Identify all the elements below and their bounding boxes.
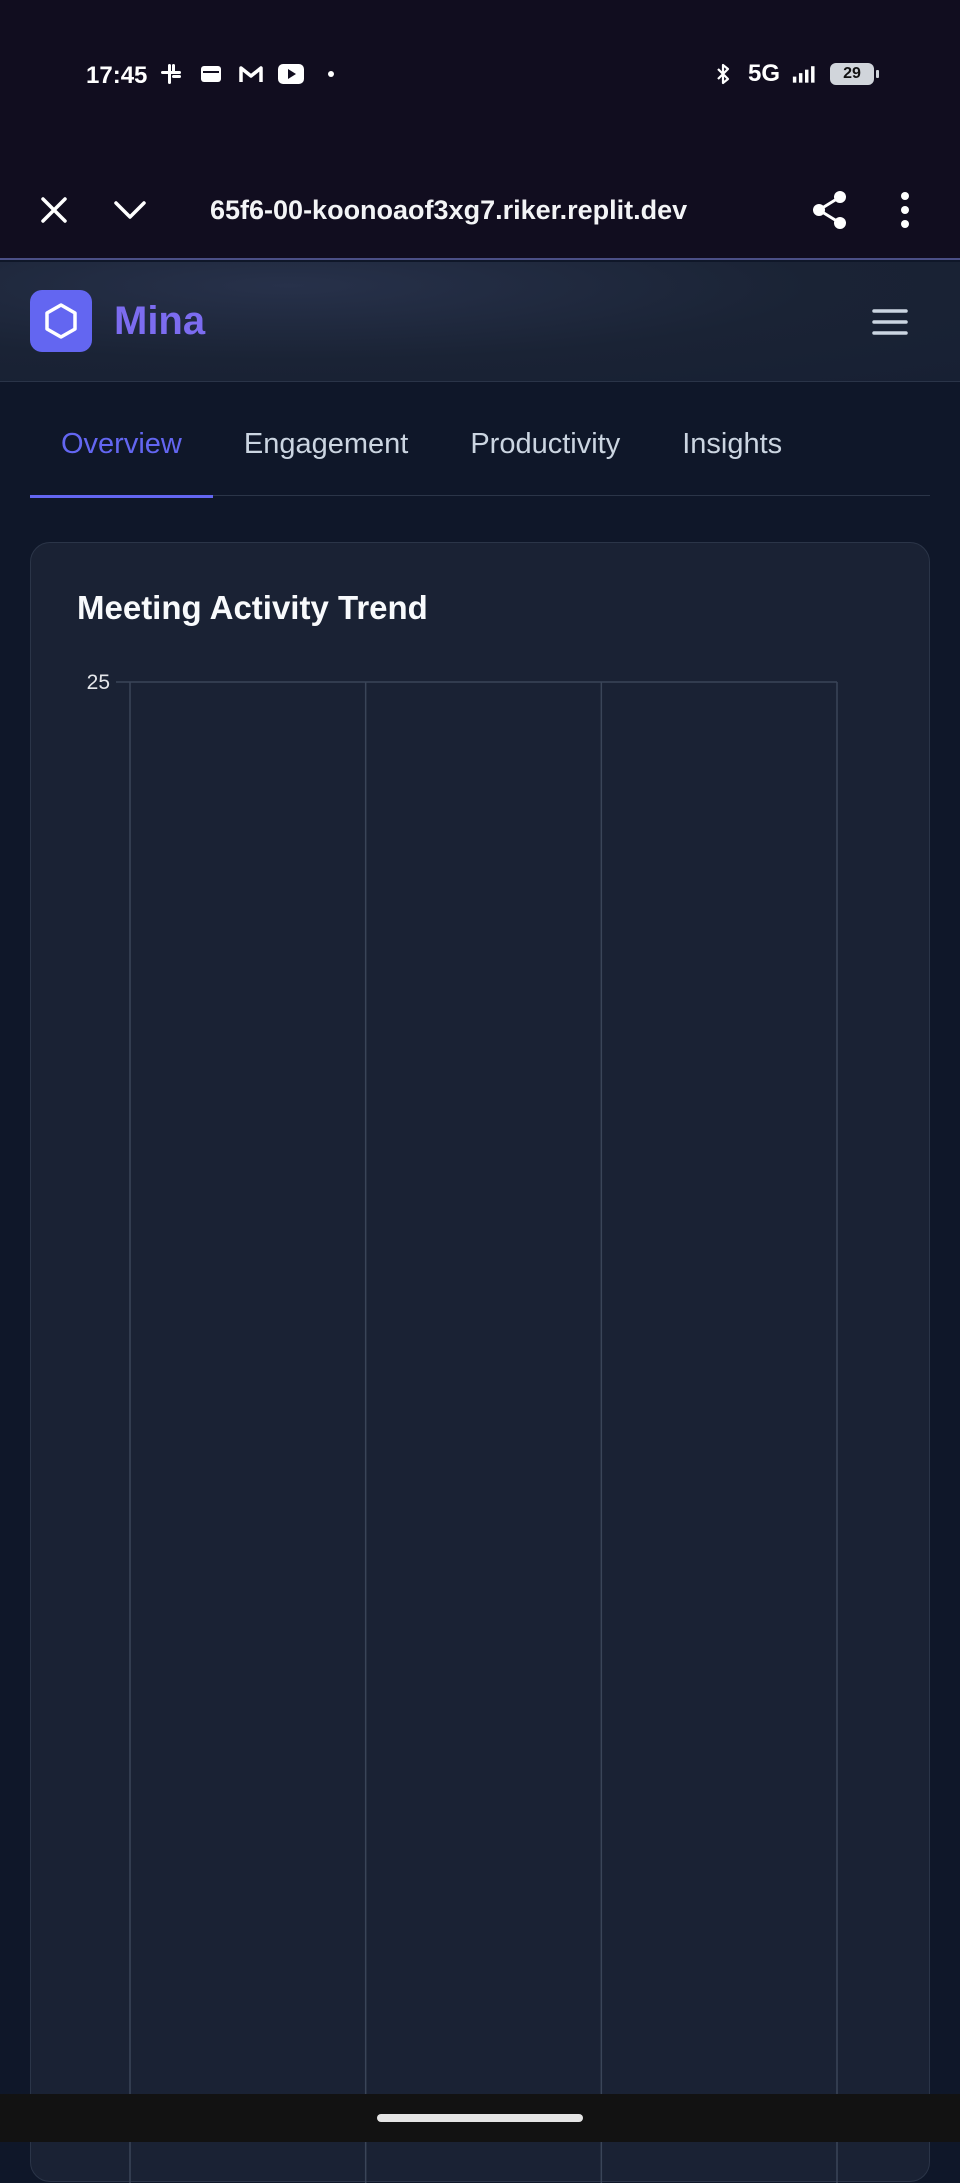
wallet-icon — [198, 62, 224, 86]
tab-productivity[interactable]: Productivity — [439, 390, 651, 496]
bluetooth-icon — [710, 62, 736, 86]
hamburger-menu-icon[interactable] — [870, 302, 910, 342]
slack-icon — [158, 62, 184, 86]
dot-icon — [318, 62, 344, 86]
brand-name[interactable]: Mina — [114, 296, 205, 346]
gmail-icon — [238, 62, 264, 86]
app-header: Mina — [0, 262, 960, 382]
more-options-icon[interactable] — [890, 188, 920, 232]
close-icon[interactable] — [34, 190, 74, 230]
youtube-icon — [278, 62, 304, 86]
y-tick-label: 25 — [87, 671, 110, 694]
battery-indicator: 29 — [830, 63, 879, 85]
status-time: 17:45 — [86, 62, 148, 89]
tab-overview[interactable]: Overview — [30, 390, 213, 498]
logo[interactable] — [30, 290, 92, 352]
signal-icon — [792, 62, 818, 86]
status-right: 5G 29 — [710, 60, 879, 88]
share-icon[interactable] — [808, 188, 852, 232]
system-nav-bar — [0, 2094, 960, 2142]
tab-engagement[interactable]: Engagement — [213, 390, 439, 496]
tab-bar: Overview Engagement Productivity Insight… — [30, 390, 930, 498]
meeting-activity-chart: 25 — [87, 671, 838, 2183]
card-title: Meeting Activity Trend — [77, 589, 428, 626]
chevron-down-icon[interactable] — [110, 190, 150, 230]
chart-card: 25 Meeting Activity Trend — [30, 542, 930, 2183]
hexagon-icon — [45, 303, 77, 339]
home-gesture-handle[interactable] — [377, 2114, 583, 2122]
tab-insights[interactable]: Insights — [651, 390, 813, 496]
browser-toolbar: 65f6-00-koonoaof3xg7.riker.replit.dev — [0, 160, 960, 260]
network-label: 5G — [747, 60, 780, 87]
url-bar[interactable]: 65f6-00-koonoaof3xg7.riker.replit.dev — [210, 190, 710, 230]
status-bar: 17:45 5G 29 — [0, 0, 960, 160]
notification-icons — [158, 62, 344, 86]
